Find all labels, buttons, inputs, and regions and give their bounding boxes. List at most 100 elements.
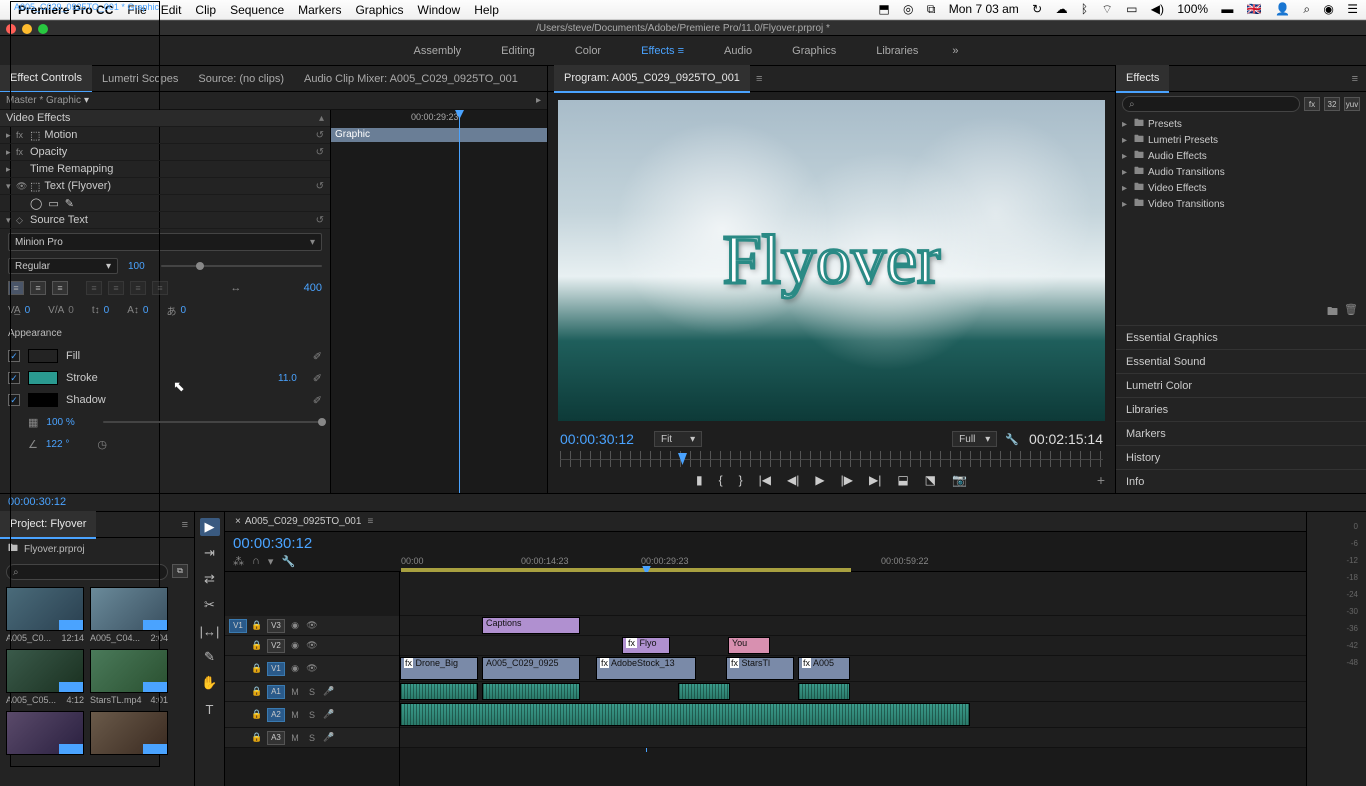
effects-search-input[interactable]: ⌕ — [1122, 96, 1300, 112]
twisty-icon[interactable]: ▸ — [6, 147, 16, 158]
flag-icon[interactable]: 🇬🇧 — [1247, 2, 1262, 16]
type-tool[interactable]: T — [200, 700, 220, 718]
side-libraries[interactable]: Libraries — [1116, 397, 1366, 421]
tracking-value[interactable]: 400 — [304, 282, 322, 294]
trash-icon[interactable]: 🗑 — [1344, 303, 1358, 322]
ws-audio[interactable]: Audio — [718, 41, 758, 61]
notifications-icon[interactable]: ☰ — [1347, 2, 1358, 16]
fx-badge[interactable]: fx — [16, 147, 30, 157]
sequence-tab[interactable]: A005_C029_0925TO_001 — [245, 516, 362, 527]
twisty-icon[interactable]: ▾ — [6, 215, 16, 226]
tree-audiofx[interactable]: Audio Effects — [1148, 151, 1207, 162]
lift-button[interactable]: ⬓ — [897, 473, 908, 487]
program-viewport[interactable]: Flyover — [558, 100, 1105, 421]
snap-icon[interactable]: ⁂ — [233, 555, 244, 568]
fx-badge[interactable]: fx — [16, 130, 30, 140]
resolution-select[interactable]: Full▾ — [952, 431, 997, 447]
twisty-icon[interactable]: ▸ — [1122, 119, 1130, 130]
side-essential-graphics[interactable]: Essential Graphics — [1116, 325, 1366, 349]
eyedropper-icon[interactable]: ✐ — [313, 372, 322, 385]
button-editor-icon[interactable]: + — [1097, 472, 1105, 488]
tab-audio-mixer[interactable]: Audio Clip Mixer: A005_C029_0925TO_001 — [294, 66, 528, 92]
tree-lumetri[interactable]: Lumetri Presets — [1148, 135, 1218, 146]
bluetooth-icon[interactable]: ᛒ — [1081, 2, 1088, 16]
eyedropper-icon[interactable]: ✐ — [313, 350, 322, 363]
visibility-icon[interactable]: 👁 — [16, 181, 30, 192]
menu-markers[interactable]: Markers — [298, 3, 341, 17]
clip-v1[interactable]: fx AdobeStock_13 — [596, 657, 696, 680]
twisty-icon[interactable]: ▸ — [6, 130, 16, 141]
tree-videofx[interactable]: Video Effects — [1148, 183, 1207, 194]
timemachine-icon[interactable]: ↻ — [1032, 2, 1042, 16]
razor-tool[interactable]: ✂ — [200, 596, 220, 614]
panel-menu-icon[interactable]: ≡ — [367, 516, 373, 527]
shadow-opacity-slider[interactable] — [103, 421, 322, 423]
ws-assembly[interactable]: Assembly — [407, 41, 467, 61]
reset-icon[interactable]: ↺ — [310, 147, 324, 158]
out-point-button[interactable]: } — [739, 473, 743, 487]
timeline-timecode[interactable]: 00:00:30:12 — [233, 535, 392, 552]
align-top-button[interactable]: ≡ — [86, 281, 102, 295]
display-icon[interactable]: ▭ — [1126, 2, 1137, 16]
user-icon[interactable]: 👤 — [1275, 2, 1290, 16]
project-filter-icon[interactable]: ⧉ — [172, 564, 188, 578]
twisty-icon[interactable]: ▸ — [1122, 151, 1130, 162]
zoom-fit-select[interactable]: Fit▾ — [654, 431, 702, 447]
track-target-v3[interactable]: V3 — [267, 619, 285, 633]
lock-icon[interactable]: 🔒 — [250, 619, 264, 633]
selection-tool[interactable]: ▶ — [200, 518, 220, 536]
opacity-row[interactable]: Opacity — [30, 146, 310, 158]
side-info[interactable]: Info — [1116, 469, 1366, 493]
ec-go-icon[interactable]: ▸ — [536, 95, 541, 106]
toggle-output-icon[interactable]: ◉ — [288, 619, 302, 633]
lock-icon[interactable]: 🔒 — [250, 731, 264, 745]
siri-icon[interactable]: ◉ — [1323, 2, 1333, 16]
tab-effects[interactable]: Effects — [1116, 65, 1169, 93]
toggle-output-icon[interactable]: ◉ — [288, 662, 302, 676]
clip-a2[interactable] — [400, 703, 970, 726]
clock-text[interactable]: Mon 7 03 am — [949, 2, 1019, 16]
ws-libraries[interactable]: Libraries — [870, 41, 924, 61]
font-size-slider[interactable] — [161, 265, 322, 267]
ellipse-mask-icon[interactable]: ◯ — [30, 197, 42, 210]
track-target-v2[interactable]: V2 — [267, 639, 285, 653]
ec-footer-timecode[interactable]: 00:00:30:12 — [0, 494, 1366, 510]
menu-edit[interactable]: Edit — [161, 3, 182, 17]
clip-v1[interactable]: fx StarsTl — [726, 657, 794, 680]
reset-icon[interactable]: ↺ — [310, 130, 324, 141]
toggle-output-icon[interactable]: ◉ — [288, 639, 302, 653]
ec-clip-strip[interactable]: Graphic — [331, 128, 547, 142]
in-point-button[interactable]: { — [719, 473, 723, 487]
ws-graphics[interactable]: Graphics — [786, 41, 842, 61]
cc-icon[interactable]: ◎ — [903, 2, 913, 16]
go-to-in-button[interactable]: |◀ — [759, 473, 771, 487]
mic-icon[interactable]: 🎤 — [322, 708, 336, 722]
marker-icon[interactable]: ▾ — [268, 555, 274, 568]
twisty-icon[interactable]: ▸ — [1122, 183, 1130, 194]
clip-a1[interactable] — [400, 683, 478, 700]
preset-32-icon[interactable]: 32 — [1324, 97, 1340, 111]
clip-captions[interactable]: Captions — [482, 617, 580, 634]
align-bottom-button[interactable]: ≡ — [130, 281, 146, 295]
lock-icon[interactable]: 🔒 — [250, 662, 264, 676]
ws-overflow-icon[interactable]: » — [952, 45, 958, 57]
tree-audiotrans[interactable]: Audio Transitions — [1148, 167, 1225, 178]
preset-yuv-icon[interactable]: yuv — [1344, 97, 1360, 111]
clip-a1[interactable] — [678, 683, 730, 700]
panel-menu-icon[interactable]: ≡ — [756, 73, 762, 85]
collapse-icon[interactable]: ▴ — [310, 113, 324, 124]
menu-sequence[interactable]: Sequence — [230, 3, 284, 17]
reset-icon[interactable]: ↺ — [310, 215, 324, 226]
new-bin-icon[interactable]: 🖿 — [1327, 303, 1338, 322]
side-history[interactable]: History — [1116, 445, 1366, 469]
volume-icon[interactable]: ◀) — [1151, 2, 1164, 16]
lock-icon[interactable]: 🔒 — [250, 708, 264, 722]
program-timecode[interactable]: 00:00:30:12 — [560, 431, 634, 447]
menu-help[interactable]: Help — [474, 3, 499, 17]
ec-playhead[interactable] — [459, 110, 460, 493]
sync-icon[interactable]: ☁ — [1056, 2, 1068, 16]
hand-tool[interactable]: ✋ — [200, 674, 220, 692]
mic-icon[interactable]: 🎤 — [322, 731, 336, 745]
side-lumetri-color[interactable]: Lumetri Color — [1116, 373, 1366, 397]
twisty-icon[interactable]: ▸ — [6, 164, 16, 175]
